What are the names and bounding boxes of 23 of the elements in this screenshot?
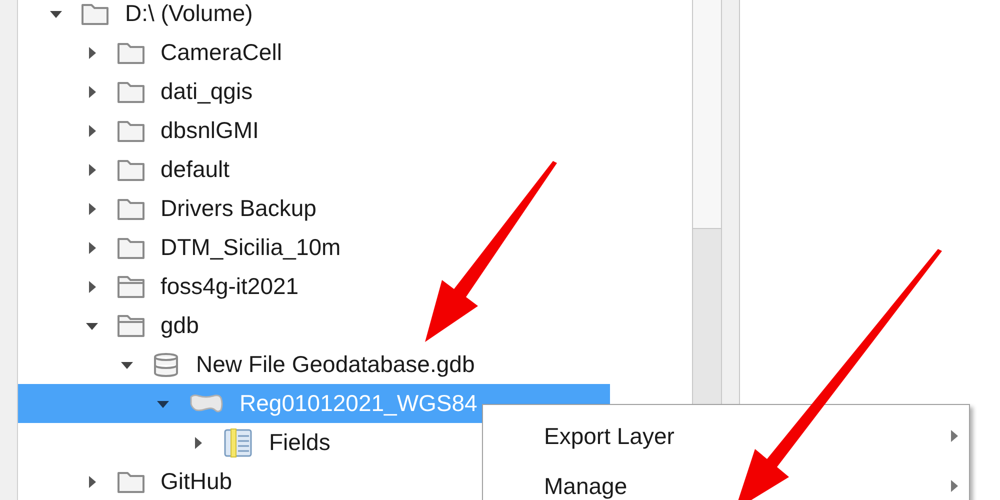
folder-icon (116, 274, 144, 298)
folder-icon (116, 80, 144, 104)
table-icon (223, 428, 253, 458)
folder-icon (116, 314, 144, 338)
tree-item[interactable]: DTM_Sicilia_10m (18, 228, 692, 267)
tree-item[interactable]: D:\ (Volume) (18, 0, 692, 33)
folder-icon (116, 470, 144, 494)
tree-item[interactable]: foss4g-it2021 (18, 267, 692, 306)
folder-icon (116, 118, 144, 142)
tree-item[interactable]: default (18, 150, 692, 189)
folder-icon (116, 236, 144, 260)
folder-icon (116, 196, 144, 220)
tree-item[interactable]: dbsnlGMI (18, 111, 692, 150)
folder-icon (116, 158, 144, 182)
scrollbar-thumb[interactable] (693, 0, 721, 229)
tree-item[interactable]: Drivers Backup (18, 189, 692, 228)
database-icon (152, 352, 180, 378)
menu-item[interactable]: Manage (483, 461, 969, 500)
tree-item[interactable]: CameraCell (18, 33, 692, 72)
tree-item[interactable]: dati_qgis (18, 72, 692, 111)
tree-item[interactable]: New File Geodatabase.gdb (18, 345, 692, 384)
tree-item[interactable]: gdb (18, 306, 692, 345)
folder-icon (116, 40, 144, 64)
